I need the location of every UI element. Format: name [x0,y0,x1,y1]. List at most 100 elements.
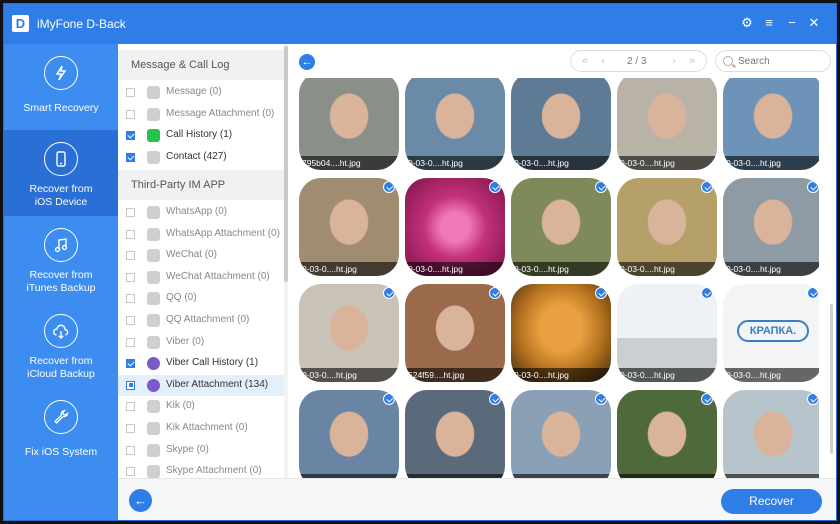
check-icon[interactable] [489,287,501,299]
nav-smart-recovery[interactable]: Smart Recovery [4,44,118,130]
category-item[interactable]: Skype Attachment (0) [118,461,287,478]
music-note-icon [44,228,78,262]
photo-thumbnail[interactable]: КРАПКА. 0-03-0....ht.jpg [723,284,819,382]
check-icon[interactable] [383,287,395,299]
category-checkbox[interactable] [126,88,135,97]
category-checkbox[interactable] [126,445,135,455]
close-button[interactable]: ✕ [805,14,823,32]
photo-thumbnail[interactable]: 0-03-0....ht.jpg [511,178,611,276]
photo-filename: 0-03-0....ht.jpg [617,368,717,382]
check-icon[interactable] [595,181,607,193]
check-icon[interactable] [383,393,395,405]
category-item[interactable]: Call History (1) [118,125,287,146]
photo-thumbnail[interactable]: aa90fe....ht.jpg [405,390,505,478]
check-icon[interactable] [807,393,819,405]
category-item[interactable]: Message (0) [118,82,287,103]
category-checkbox[interactable] [126,402,135,412]
settings-gear-icon[interactable]: ⚙ [738,14,756,32]
category-checkbox[interactable] [126,337,135,347]
category-item[interactable]: WeChat Attachment (0) [118,267,287,288]
category-checkbox[interactable] [126,294,135,304]
whatsapp-icon [147,206,160,219]
next-page-button[interactable]: › [667,54,681,68]
photo-thumbnail[interactable]: 0-03-0....ht.jpg [511,390,611,478]
category-label: Message (0) [166,86,222,97]
photo-thumbnail[interactable]: 0-03-0....ht.jpg [723,78,819,170]
photo-thumbnail[interactable]: 0-03-0....ht.jpg [405,78,505,170]
photo-thumbnail[interactable]: 0-03-0....ht.jpg [617,390,717,478]
category-item[interactable]: QQ Attachment (0) [118,310,287,331]
back-arrow-icon[interactable]: ← [299,54,315,70]
nav-fix-ios[interactable]: Fix iOS System [4,388,118,474]
check-icon[interactable] [595,393,607,405]
photo-filename: 0-03-0....ht.jpg [617,156,717,170]
photo-grid-scrollbar[interactable] [830,304,833,454]
category-scrollbar-thumb[interactable] [284,46,288,282]
photo-thumbnail[interactable]: 0-03-0....ht.jpg [299,390,399,478]
category-checkbox[interactable] [126,208,135,217]
category-item[interactable]: WeChat (0) [118,245,287,266]
category-item[interactable]: Kik (0) [118,396,287,417]
search-input[interactable] [738,54,824,68]
photo-thumbnail[interactable]: 795b04....ht.jpg [299,78,399,170]
first-page-button[interactable]: « [578,54,592,68]
last-page-button[interactable]: » [685,54,699,68]
check-icon[interactable] [595,287,607,299]
category-item[interactable]: WhatsApp (0) [118,202,287,223]
category-checkbox[interactable] [126,152,135,162]
category-checkbox[interactable] [126,131,135,141]
category-checkbox[interactable] [126,316,135,325]
back-button[interactable]: ← [129,489,152,512]
minimize-button[interactable]: − [783,14,801,32]
category-checkbox[interactable] [126,424,135,433]
category-item[interactable]: Kik Attachment (0) [118,418,287,439]
prev-page-button[interactable]: ‹ [596,54,610,68]
photo-thumbnail[interactable]: 0-03-0....ht.jpg [723,390,819,478]
check-icon[interactable] [701,181,713,193]
category-item[interactable]: QQ (0) [118,288,287,309]
photo-thumbnail[interactable]: 0-03-0....ht.jpg [299,178,399,276]
check-icon[interactable] [701,287,713,299]
photo-thumbnail[interactable]: 0-03-0....ht.jpg [511,284,611,382]
footer-bar: ← Recover [118,478,836,520]
category-item[interactable]: Message Attachment (0) [118,104,287,125]
category-section-heading: Message & Call Log [118,50,287,80]
check-icon[interactable] [489,393,501,405]
photo-thumbnail[interactable]: 0-03-0....ht.jpg [617,78,717,170]
photo-thumbnail[interactable]: 0-03-0....ht.jpg [723,178,819,276]
category-checkbox[interactable] [126,251,135,261]
nav-recover-itunes[interactable]: Recover from iTunes Backup [4,216,118,302]
category-checkbox[interactable] [126,467,135,477]
photo-thumbnail[interactable]: 524f59....ht.jpg [405,284,505,382]
category-label: WhatsApp Attachment (0) [166,227,280,239]
category-checkbox[interactable] [126,380,135,390]
photo-filename: 0-03-0....ht.jpg [723,368,819,382]
photo-thumbnail[interactable]: 0-03-0....ht.jpg [617,284,717,382]
photo-filename: 0-03-0....ht.jpg [511,262,611,276]
category-item[interactable]: WhatsApp Attachment (0) [118,224,287,245]
category-checkbox[interactable] [126,272,135,282]
menu-icon[interactable]: ≡ [760,14,778,32]
category-checkbox[interactable] [126,229,135,239]
category-item[interactable]: Viber Call History (1) [118,353,287,374]
nav-recover-ios-device[interactable]: Recover from iOS Device [4,130,118,216]
photo-thumbnail[interactable]: 0-03-0....ht.jpg [405,178,505,276]
category-item[interactable]: Skype (0) [118,440,287,461]
photo-filename: 0-03-0....ht.jpg [723,156,819,170]
category-item[interactable]: Viber (0) [118,332,287,353]
recover-button[interactable]: Recover [721,489,822,514]
photo-thumbnail[interactable]: 0-03-0....ht.jpg [617,178,717,276]
photo-thumbnail[interactable]: 0-03-0....ht.jpg [511,78,611,170]
category-item[interactable]: Contact (427) [118,147,287,168]
nav-recover-icloud[interactable]: Recover from iCloud Backup [4,302,118,388]
check-icon[interactable] [807,181,819,193]
check-icon[interactable] [489,181,501,193]
photo-thumbnail[interactable]: 0-03-0....ht.jpg [299,284,399,382]
category-item[interactable]: Viber Attachment (134) [118,374,287,396]
skype-icon [147,465,160,478]
check-icon[interactable] [701,393,713,405]
category-checkbox[interactable] [126,359,135,369]
check-icon[interactable] [383,181,395,193]
category-checkbox[interactable] [126,109,135,119]
check-icon[interactable] [807,287,819,299]
